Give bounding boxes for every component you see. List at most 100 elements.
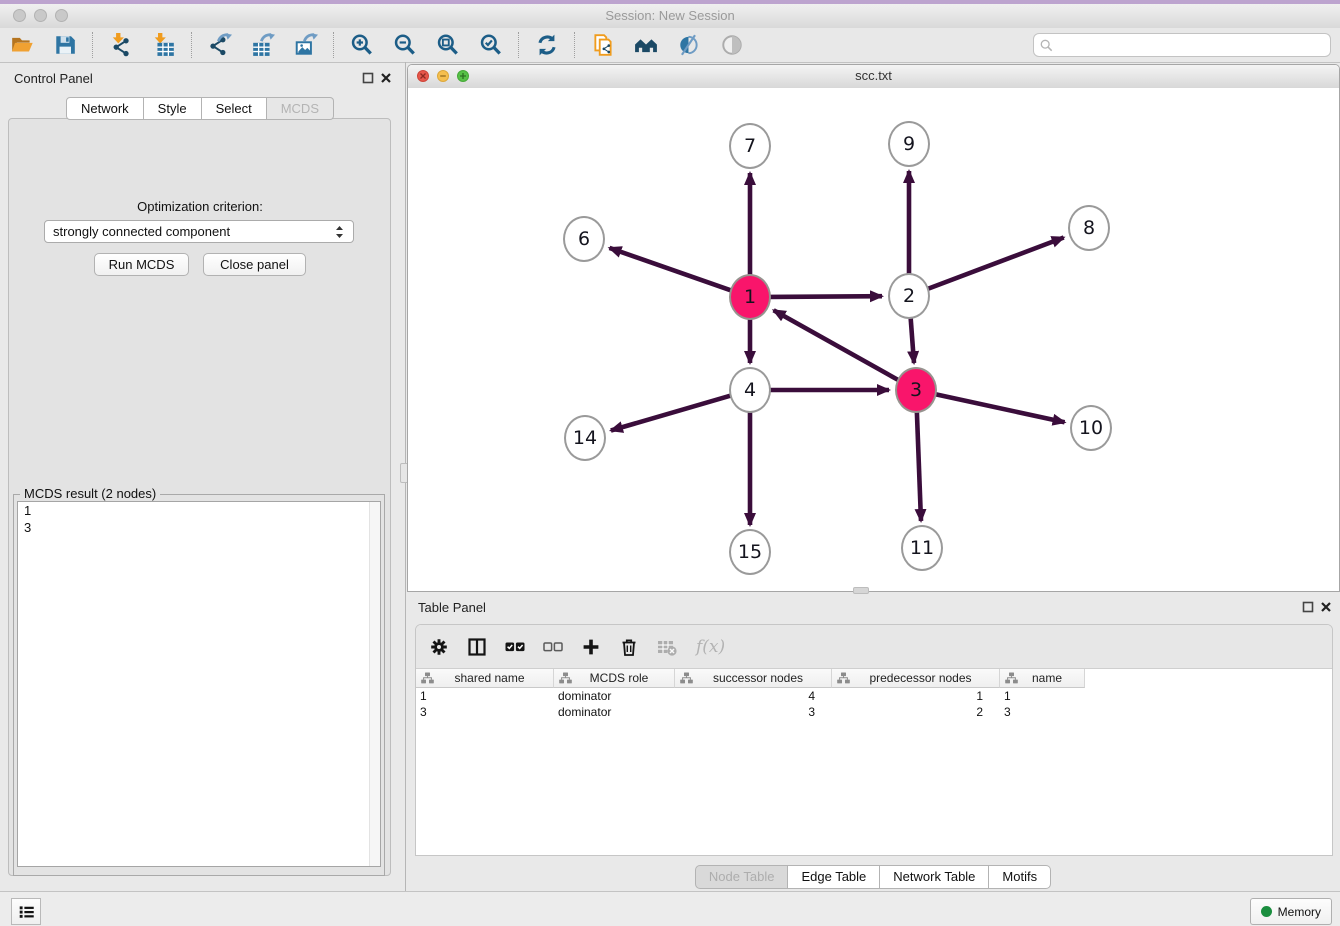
- show-columns-icon: [467, 637, 487, 657]
- cell-shared-name[interactable]: 1: [416, 688, 554, 704]
- edge-2-8[interactable]: [928, 238, 1064, 289]
- mcds-result-textarea[interactable]: 13: [17, 501, 381, 867]
- add-column-button[interactable]: [572, 630, 610, 664]
- tab-network[interactable]: Network: [66, 97, 144, 120]
- table-close-icon[interactable]: [1320, 601, 1332, 613]
- toolbar-separator: [333, 32, 334, 58]
- graph-node-7[interactable]: 7: [729, 123, 771, 169]
- zoom-out-button[interactable]: [383, 30, 426, 60]
- run-mcds-button[interactable]: Run MCDS: [94, 253, 189, 276]
- network-title: scc.txt: [408, 68, 1339, 83]
- graph-node-6[interactable]: 6: [563, 216, 605, 262]
- graph-node-11[interactable]: 11: [901, 525, 943, 571]
- select-all-columns-icon: [505, 637, 525, 657]
- edge-2-3[interactable]: [911, 316, 915, 363]
- cell-successor-nodes[interactable]: 3: [675, 704, 832, 720]
- edge-1-2[interactable]: [770, 296, 882, 297]
- search-input[interactable]: [1057, 37, 1330, 53]
- tab-motifs[interactable]: Motifs: [989, 865, 1051, 889]
- graph-node-10[interactable]: 10: [1070, 405, 1112, 451]
- export-network-button[interactable]: [198, 30, 241, 60]
- close-panel-icon[interactable]: [380, 72, 392, 84]
- edge-3-11[interactable]: [917, 410, 921, 521]
- zoom-selected-button[interactable]: [469, 30, 512, 60]
- cell-MCDS-role[interactable]: dominator: [554, 704, 675, 720]
- edge-3-1[interactable]: [774, 310, 899, 380]
- edge-1-6[interactable]: [610, 248, 732, 291]
- column-header-successor-nodes[interactable]: successor nodes: [675, 669, 832, 688]
- dropdown-stepper-icon: [334, 224, 345, 240]
- network-window: scc.txt 7 9 6 8 1 2 4 3 14 10 15 11: [407, 64, 1340, 592]
- cell-name[interactable]: 1: [1000, 688, 1085, 704]
- table-float-icon[interactable]: [1302, 601, 1314, 613]
- deselect-all-columns-button[interactable]: [534, 630, 572, 664]
- home-button[interactable]: [624, 30, 667, 60]
- column-header-shared-name[interactable]: shared name: [416, 669, 554, 688]
- close-panel-button[interactable]: Close panel: [203, 253, 306, 276]
- canvas-scroll-grip[interactable]: [853, 587, 869, 594]
- memory-button[interactable]: Memory: [1250, 898, 1332, 925]
- import-table-button[interactable]: [142, 30, 185, 60]
- cell-MCDS-role[interactable]: dominator: [554, 688, 675, 704]
- network-canvas[interactable]: 7 9 6 8 1 2 4 3 14 10 15 11: [408, 88, 1339, 591]
- graph-node-8[interactable]: 8: [1068, 205, 1110, 251]
- save-session-button[interactable]: [43, 30, 86, 60]
- graph-node-4[interactable]: 4: [729, 367, 771, 413]
- edge-3-10[interactable]: [936, 394, 1065, 422]
- tab-node-table[interactable]: Node Table: [695, 865, 789, 889]
- cell-predecessor-nodes[interactable]: 2: [832, 704, 1000, 720]
- tab-edge-table[interactable]: Edge Table: [788, 865, 880, 889]
- edge-4-14[interactable]: [611, 396, 731, 431]
- graph-node-9[interactable]: 9: [888, 121, 930, 167]
- zoom-fit-button[interactable]: [426, 30, 469, 60]
- table-row[interactable]: 3dominator323: [416, 704, 1085, 720]
- float-panel-icon[interactable]: [362, 72, 374, 84]
- tab-mcds[interactable]: MCDS: [267, 97, 334, 120]
- export-table-button[interactable]: [241, 30, 284, 60]
- settings-gear-button[interactable]: [420, 630, 458, 664]
- birdseye-button[interactable]: [710, 30, 753, 60]
- column-header-MCDS-role[interactable]: MCDS role: [554, 669, 675, 688]
- graph-node-1[interactable]: 1: [729, 274, 771, 320]
- window-title: Session: New Session: [0, 8, 1340, 23]
- column-header-name[interactable]: name: [1000, 669, 1085, 688]
- apply-layout-button[interactable]: [525, 30, 568, 60]
- memory-status-icon: [1261, 906, 1272, 917]
- export-image-button[interactable]: [284, 30, 327, 60]
- hide-details-button[interactable]: [667, 30, 710, 60]
- graph-node-2[interactable]: 2: [888, 273, 930, 319]
- column-header-predecessor-nodes[interactable]: predecessor nodes: [832, 669, 1000, 688]
- import-network-button[interactable]: [99, 30, 142, 60]
- tab-select[interactable]: Select: [202, 97, 267, 120]
- toolbar-separator: [92, 32, 93, 58]
- task-history-button[interactable]: [11, 898, 41, 925]
- optimization-criterion-dropdown[interactable]: strongly connected component: [44, 220, 354, 243]
- open-folder-button[interactable]: [0, 30, 43, 60]
- cell-name[interactable]: 3: [1000, 704, 1085, 720]
- tab-style[interactable]: Style: [144, 97, 202, 120]
- search-icon: [1040, 39, 1053, 52]
- cell-predecessor-nodes[interactable]: 1: [832, 688, 1000, 704]
- cell-shared-name[interactable]: 3: [416, 704, 554, 720]
- control-panel-title: Control Panel: [14, 71, 93, 86]
- table-row[interactable]: 1dominator411: [416, 688, 1085, 704]
- zoom-in-button[interactable]: [340, 30, 383, 60]
- export-network-icon: [208, 33, 232, 57]
- clone-network-button[interactable]: [581, 30, 624, 60]
- delete-column-button[interactable]: [610, 630, 648, 664]
- cell-successor-nodes[interactable]: 4: [675, 688, 832, 704]
- select-all-columns-button[interactable]: [496, 630, 534, 664]
- graph-node-3[interactable]: 3: [895, 367, 937, 413]
- graph-node-14[interactable]: 14: [564, 415, 606, 461]
- tab-network-table[interactable]: Network Table: [880, 865, 989, 889]
- home-icon: [634, 33, 658, 57]
- memory-label: Memory: [1278, 905, 1321, 919]
- graph-node-15[interactable]: 15: [729, 529, 771, 575]
- show-columns-button[interactable]: [458, 630, 496, 664]
- result-scrollbar[interactable]: [369, 502, 380, 866]
- hide-details-icon: [677, 33, 701, 57]
- search-field[interactable]: [1033, 33, 1331, 57]
- network-window-titlebar[interactable]: scc.txt: [408, 65, 1339, 89]
- save-session-icon: [53, 33, 77, 57]
- function-builder-button: f(x): [696, 637, 725, 657]
